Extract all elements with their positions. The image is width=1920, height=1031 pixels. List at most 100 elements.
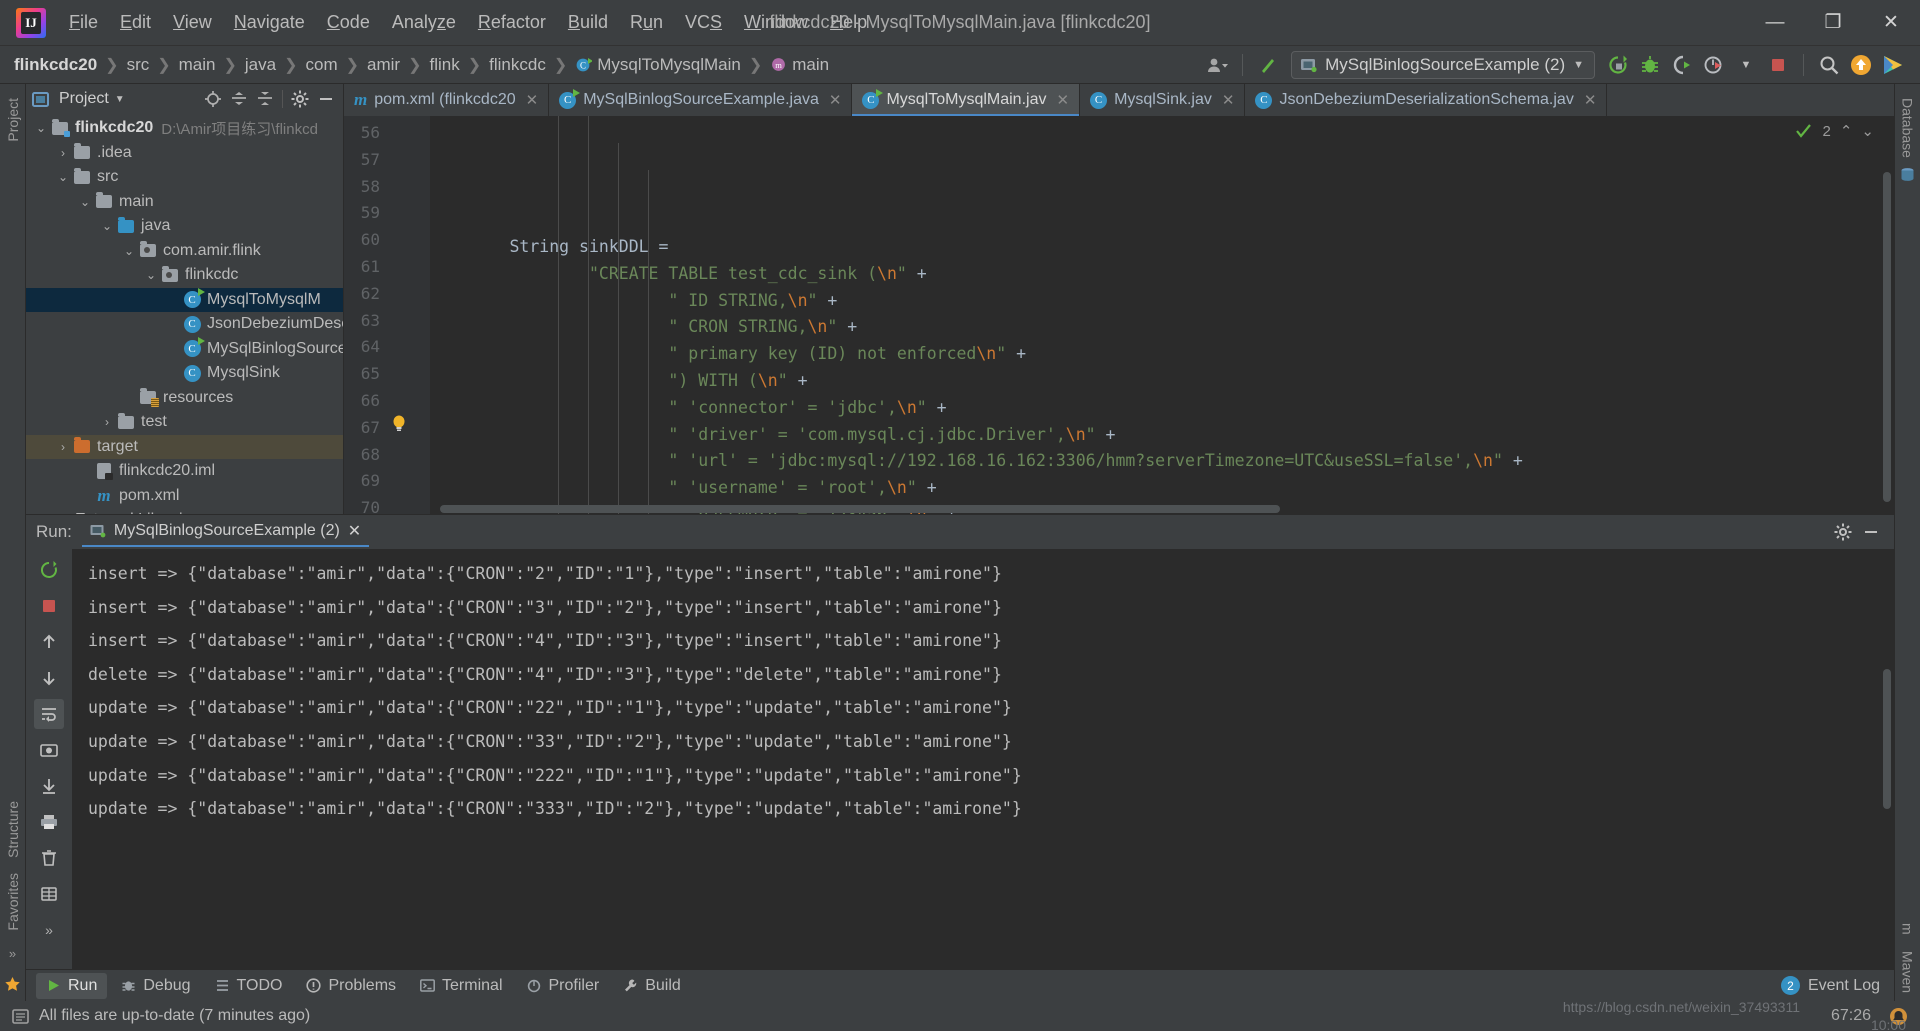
code-line-61[interactable]: ") WITH (\n" + bbox=[430, 368, 1894, 395]
chevron-down-icon[interactable]: ▼ bbox=[1731, 50, 1761, 80]
console-output[interactable]: insert => {"database":"amir","data":{"CR… bbox=[72, 549, 1894, 969]
tool-window-structure[interactable]: Structure bbox=[1, 793, 25, 866]
chevron-down-icon[interactable]: ⌄ bbox=[98, 219, 116, 233]
tree-item-resources[interactable]: resources bbox=[26, 386, 343, 411]
debug-icon[interactable] bbox=[1635, 50, 1665, 80]
clear-all-icon[interactable] bbox=[34, 843, 64, 873]
code-editor[interactable]: 56575859606162636465666768697071 String … bbox=[344, 116, 1894, 514]
editor-tabs[interactable]: mpom.xml (flinkcdc20✕CMySqlBinlogSourceE… bbox=[344, 84, 1894, 116]
maven-m-label[interactable]: m bbox=[1896, 915, 1920, 943]
line-number-62[interactable]: 62 bbox=[344, 281, 430, 308]
event-log-label[interactable]: Event Log bbox=[1808, 977, 1880, 995]
tree-item-mysqltomysqlm[interactable]: CMysqlToMysqlM bbox=[26, 288, 343, 313]
menu-window[interactable]: Window bbox=[733, 8, 819, 37]
breadcrumb-item-flink[interactable]: flink bbox=[430, 55, 460, 75]
scroll-up-icon[interactable] bbox=[34, 627, 64, 657]
menu-bar[interactable]: FileEditViewNavigateCodeAnalyzeRefactorB… bbox=[58, 8, 878, 37]
tree-item-flinkcdc20-iml[interactable]: flinkcdc20.iml bbox=[26, 459, 343, 484]
chevron-down-icon[interactable]: ⌄ bbox=[32, 121, 50, 135]
close-icon[interactable]: ✕ bbox=[1222, 91, 1235, 109]
minimize-button[interactable]: — bbox=[1746, 0, 1804, 46]
chevron-right-icon[interactable]: › bbox=[54, 440, 72, 454]
menu-run[interactable]: Run bbox=[619, 8, 674, 37]
code-line-58[interactable]: " ID STRING,\n" + bbox=[430, 288, 1894, 315]
tool-window-profiler[interactable]: Profiler bbox=[517, 973, 610, 999]
tree-item-src[interactable]: ⌄src bbox=[26, 165, 343, 190]
line-number-58[interactable]: 58 bbox=[344, 174, 430, 201]
locate-icon[interactable] bbox=[202, 88, 224, 110]
scroll-to-end-icon[interactable] bbox=[34, 771, 64, 801]
tree-item-mysqlsink[interactable]: CMysqlSink bbox=[26, 361, 343, 386]
ide-feedback-icon[interactable] bbox=[1878, 50, 1908, 80]
tree-item-java[interactable]: ⌄java bbox=[26, 214, 343, 239]
stop-icon[interactable] bbox=[1763, 50, 1793, 80]
breadcrumb-item-src[interactable]: src bbox=[127, 55, 150, 75]
prev-problem-icon[interactable]: ⌃ bbox=[1840, 122, 1853, 140]
print-icon[interactable] bbox=[34, 807, 64, 837]
console-scrollbar[interactable] bbox=[1880, 549, 1894, 969]
tool-window-terminal[interactable]: Terminal bbox=[410, 973, 512, 999]
vcs-update-icon[interactable] bbox=[1253, 50, 1283, 80]
breadcrumb-item-com[interactable]: com bbox=[306, 55, 338, 75]
menu-build[interactable]: Build bbox=[557, 8, 619, 37]
tree-item-jsondebeziumdese[interactable]: CJsonDebeziumDese bbox=[26, 312, 343, 337]
user-avatar-icon[interactable] bbox=[1202, 50, 1232, 80]
hide-icon[interactable] bbox=[315, 88, 337, 110]
line-number-66[interactable]: 66 bbox=[344, 388, 430, 415]
grid-icon[interactable] bbox=[34, 879, 64, 909]
next-problem-icon[interactable]: ⌄ bbox=[1861, 122, 1874, 140]
chevron-right-icon[interactable]: › bbox=[98, 415, 116, 429]
gear-icon[interactable] bbox=[1832, 521, 1854, 543]
chevron-down-icon[interactable]: ▼ bbox=[1573, 59, 1584, 71]
more-icon[interactable]: » bbox=[34, 915, 64, 945]
tool-window-maven[interactable]: Maven bbox=[1896, 943, 1920, 1001]
menu-help[interactable]: Help bbox=[819, 8, 878, 37]
editor-tab-mysqltomysqlmain-jav[interactable]: CMysqlToMysqlMain.jav✕ bbox=[852, 84, 1080, 116]
favorites-star-icon[interactable] bbox=[4, 967, 21, 1001]
run-configuration-selector[interactable]: MySqlBinlogSourceExample (2) ▼ bbox=[1291, 51, 1595, 79]
chevron-down-icon[interactable]: ⌄ bbox=[76, 195, 94, 209]
tool-window-favorites[interactable]: Favorites bbox=[1, 865, 25, 939]
breadcrumb-item-amir[interactable]: amir bbox=[367, 55, 400, 75]
menu-edit[interactable]: Edit bbox=[109, 8, 162, 37]
line-number-63[interactable]: 63 bbox=[344, 308, 430, 335]
close-button[interactable]: ✕ bbox=[1862, 0, 1920, 46]
tool-window-build[interactable]: Build bbox=[613, 973, 691, 999]
breadcrumb-item-java[interactable]: java bbox=[245, 55, 276, 75]
tree-item-target[interactable]: ›target bbox=[26, 435, 343, 460]
editor-tab-pom-xml-flinkcdc20[interactable]: mpom.xml (flinkcdc20✕ bbox=[344, 84, 549, 116]
menu-analyze[interactable]: Analyze bbox=[381, 8, 467, 37]
line-number-69[interactable]: 69 bbox=[344, 468, 430, 495]
coverage-icon[interactable] bbox=[1667, 50, 1697, 80]
tree-item-test[interactable]: ›test bbox=[26, 410, 343, 435]
tree-item-flinkcdc[interactable]: ⌄flinkcdc bbox=[26, 263, 343, 288]
bottom-tool-window-bar[interactable]: RunDebugTODOProblemsTerminalProfilerBuil… bbox=[26, 969, 1894, 1001]
hide-icon[interactable] bbox=[1860, 521, 1882, 543]
line-number-68[interactable]: 68 bbox=[344, 442, 430, 469]
code-line-56[interactable]: String sinkDDL = bbox=[430, 234, 1894, 261]
gear-icon[interactable] bbox=[289, 88, 311, 110]
project-tree[interactable]: ⌄flinkcdc20D:\Amir项目练习\flinkcd›.idea⌄src… bbox=[26, 114, 343, 514]
menu-vcs[interactable]: VCS bbox=[674, 8, 733, 37]
code-line-57[interactable]: "CREATE TABLE test_cdc_sink (\n" + bbox=[430, 261, 1894, 288]
intention-bulb-icon[interactable] bbox=[392, 415, 406, 432]
line-number-59[interactable]: 59 bbox=[344, 200, 430, 227]
editor-tab-mysqlbinlogsourceexample-java[interactable]: CMySqlBinlogSourceExample.java✕ bbox=[549, 84, 852, 116]
run-session-tab[interactable]: MySqlBinlogSourceExample (2) ✕ bbox=[82, 517, 369, 547]
line-number-64[interactable]: 64 bbox=[344, 334, 430, 361]
line-number-57[interactable]: 57 bbox=[344, 147, 430, 174]
profiler-icon[interactable] bbox=[1699, 50, 1729, 80]
breadcrumb-item-mysqltomysqlmain[interactable]: CMysqlToMysqlMain bbox=[575, 55, 741, 75]
code-line-65[interactable]: " 'username' = 'root',\n" + bbox=[430, 475, 1894, 502]
chevron-down-icon[interactable]: ⌄ bbox=[54, 170, 72, 184]
tool-window-project[interactable]: Project bbox=[1, 90, 25, 150]
menu-refactor[interactable]: Refactor bbox=[467, 8, 557, 37]
close-icon[interactable]: ✕ bbox=[526, 91, 539, 109]
editor-horizontal-scrollbar[interactable] bbox=[430, 502, 1880, 514]
close-icon[interactable]: ✕ bbox=[1584, 91, 1597, 109]
maximize-button[interactable]: ❐ bbox=[1804, 0, 1862, 46]
line-number-61[interactable]: 61 bbox=[344, 254, 430, 281]
line-number-67[interactable]: 67 bbox=[344, 415, 430, 442]
code-line-63[interactable]: " 'driver' = 'com.mysql.cj.jdbc.Driver',… bbox=[430, 422, 1894, 449]
editor-vertical-scrollbar[interactable] bbox=[1880, 116, 1894, 514]
